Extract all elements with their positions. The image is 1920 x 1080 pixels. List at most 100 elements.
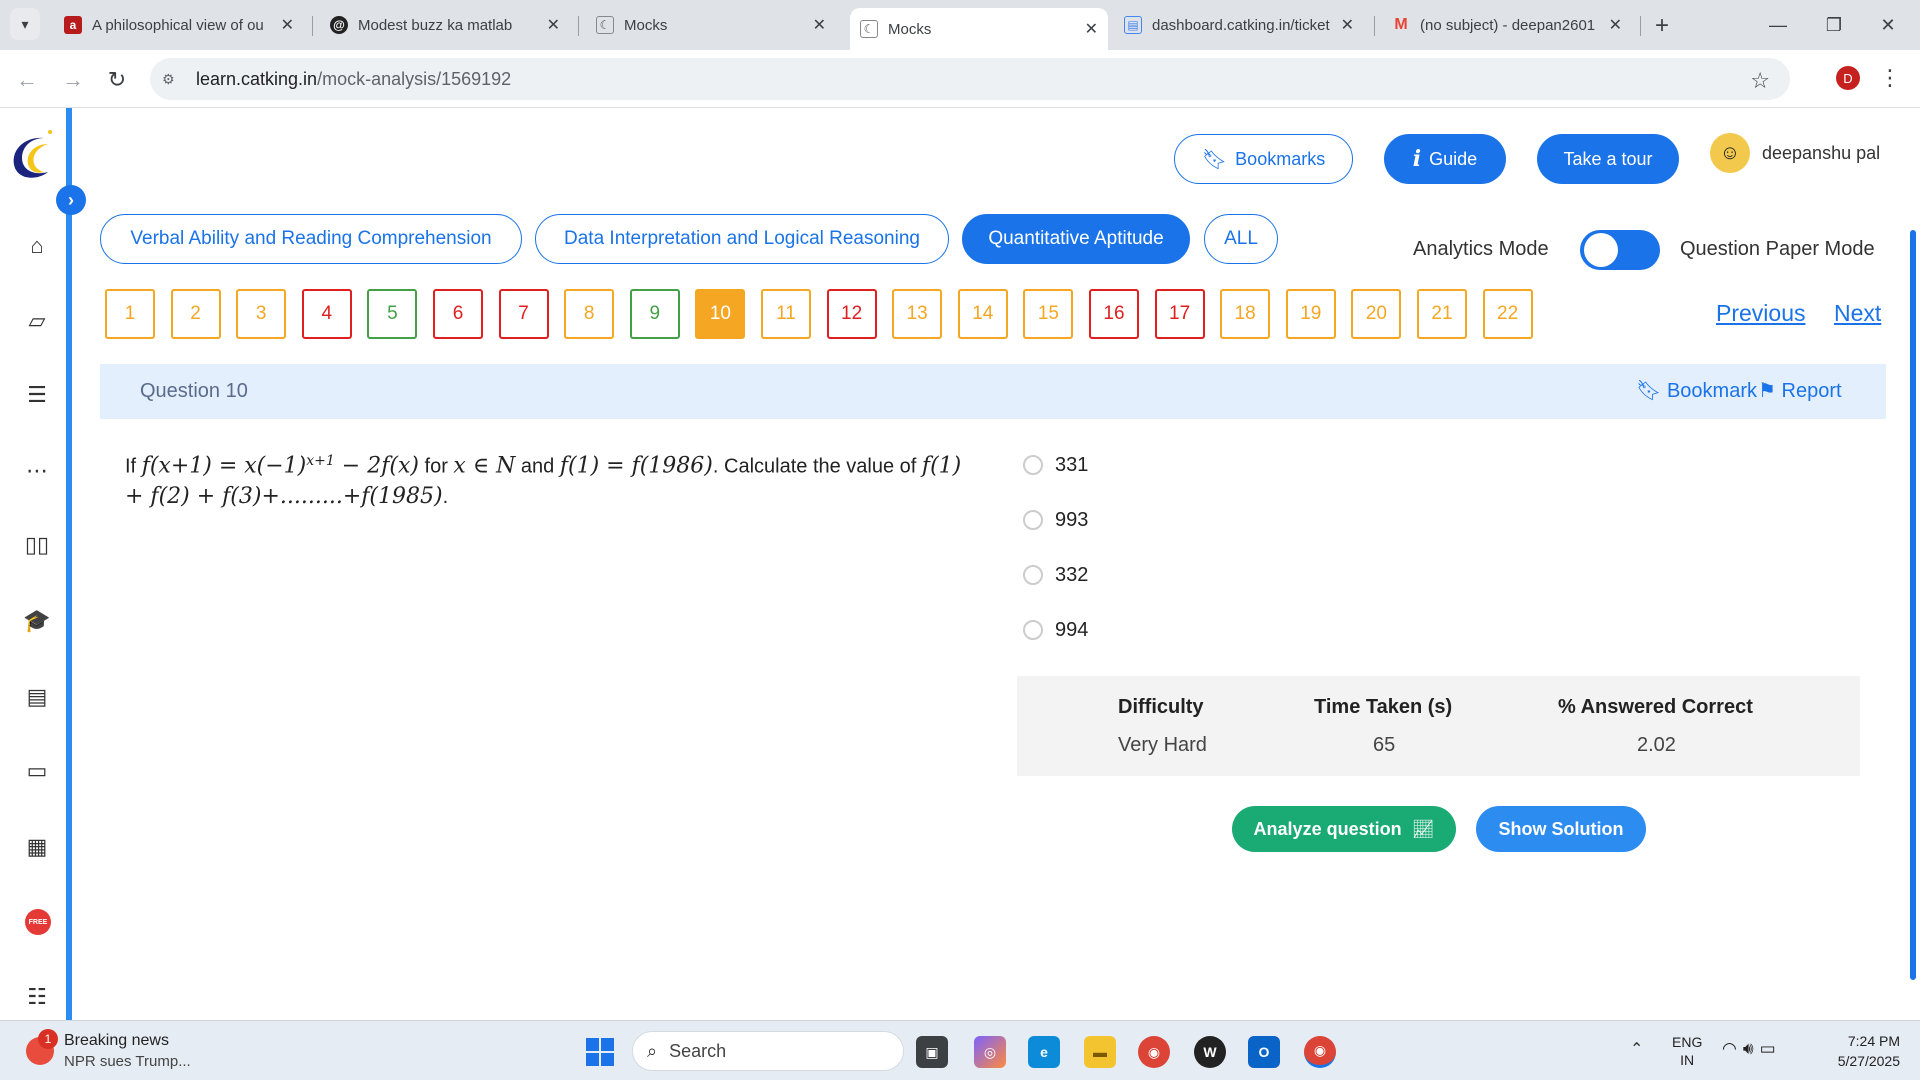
reload-icon[interactable]: ↻ xyxy=(102,65,132,95)
show-hidden-icons[interactable]: ⌃ xyxy=(1630,1039,1643,1059)
chrome-icon[interactable]: ◉ xyxy=(1138,1036,1170,1068)
browser-tab[interactable]: ▤ dashboard.catking.in/ticket ✕ xyxy=(1114,8,1364,42)
system-tray[interactable]: ◠🔊︎▭ xyxy=(1722,1039,1782,1059)
radio-button[interactable] xyxy=(1023,455,1043,475)
minimize-icon[interactable]: — xyxy=(1758,10,1798,40)
books-icon[interactable]: ▱ xyxy=(22,306,52,336)
question-number-button[interactable]: 4 xyxy=(301,289,352,339)
question-number-button[interactable]: 2 xyxy=(170,289,221,339)
question-number-button[interactable]: 8 xyxy=(564,289,615,339)
close-tab-icon[interactable]: ✕ xyxy=(547,15,560,35)
browser-tab[interactable]: M (no subject) - deepan2601 ✕ xyxy=(1382,8,1632,42)
clock[interactable]: 7:24 PM 5/27/2025 xyxy=(1820,1031,1900,1071)
answer-option[interactable]: 994 xyxy=(1023,617,1088,643)
monitor-icon[interactable]: ▭ xyxy=(22,756,52,786)
more-icon[interactable]: ⋯ xyxy=(22,456,52,486)
back-icon[interactable]: ← xyxy=(12,65,42,95)
question-number-button[interactable]: 20 xyxy=(1351,289,1402,339)
question-number-button[interactable]: 11 xyxy=(761,289,811,339)
profile-avatar[interactable]: D xyxy=(1836,66,1860,90)
user-name[interactable]: deepanshu pal xyxy=(1762,143,1880,164)
report-card-icon[interactable]: ▤ xyxy=(22,682,52,712)
close-tab-icon[interactable]: ✕ xyxy=(1341,15,1354,35)
edge-icon[interactable]: e xyxy=(1028,1036,1060,1068)
take-a-tour-button[interactable]: Take a tour xyxy=(1537,134,1679,184)
close-tab-icon[interactable]: ✕ xyxy=(281,15,294,35)
browser-tab[interactable]: a A philosophical view of ou ✕ xyxy=(54,8,304,42)
question-number-button[interactable]: 16 xyxy=(1089,289,1139,339)
bookmarks-button[interactable]: 🔖︎ Bookmarks xyxy=(1174,134,1353,184)
question-number-button[interactable]: 5 xyxy=(367,289,418,339)
question-number-button[interactable]: 3 xyxy=(236,289,287,339)
question-number-button[interactable]: 9 xyxy=(629,289,680,339)
browser-tab[interactable]: @ Modest buzz ka matlab ✕ xyxy=(320,8,570,42)
user-avatar[interactable]: ☺ xyxy=(1710,133,1750,173)
next-link[interactable]: Next xyxy=(1834,300,1881,327)
close-tab-icon[interactable]: ✕ xyxy=(1085,19,1098,39)
volume-icon[interactable]: 🔊︎ xyxy=(1743,1039,1760,1058)
bookmark-star-icon[interactable]: ☆ xyxy=(1750,68,1770,94)
section-tab-varc[interactable]: Verbal Ability and Reading Comprehension xyxy=(100,214,522,264)
wifi-icon[interactable]: ◠ xyxy=(1722,1039,1743,1058)
question-number-button[interactable]: 17 xyxy=(1154,289,1205,339)
graduation-cap-icon[interactable]: 🎓 xyxy=(22,606,52,636)
wordpress-icon[interactable]: W xyxy=(1194,1036,1226,1068)
close-window-icon[interactable]: ✕ xyxy=(1868,10,1908,40)
guide-button[interactable]: i Guide xyxy=(1384,134,1506,184)
taskbar-search[interactable]: ⌕ Search xyxy=(632,1031,904,1071)
url-text[interactable]: learn.catking.in/mock-analysis/1569192 xyxy=(196,69,511,90)
answer-option[interactable]: 332 xyxy=(1023,562,1088,588)
columns-icon[interactable]: ▯▯ xyxy=(22,530,52,560)
battery-icon[interactable]: ▭ xyxy=(1760,1039,1782,1058)
file-explorer-icon[interactable]: ▬ xyxy=(1084,1036,1116,1068)
analyze-question-button[interactable]: Analyze question 📈︎ xyxy=(1232,806,1456,852)
question-number-button[interactable]: 13 xyxy=(892,289,943,339)
tab-search-icon[interactable]: ▾ xyxy=(10,8,40,40)
radio-button[interactable] xyxy=(1023,565,1043,585)
question-number-button[interactable]: 12 xyxy=(826,289,877,339)
question-number-button[interactable]: 10 xyxy=(695,289,746,339)
news-title[interactable]: Breaking news xyxy=(64,1032,169,1050)
question-number-button[interactable]: 18 xyxy=(1220,289,1271,339)
language-indicator[interactable]: ENG IN xyxy=(1672,1033,1702,1069)
answer-option[interactable]: 993 xyxy=(1023,507,1088,533)
browser-tab-active[interactable]: ☾ Mocks ✕ xyxy=(850,8,1108,50)
radio-button[interactable] xyxy=(1023,510,1043,530)
section-tab-qa[interactable]: Quantitative Aptitude xyxy=(962,214,1190,264)
question-number-button[interactable]: 19 xyxy=(1285,289,1336,339)
question-number-button[interactable]: 7 xyxy=(498,289,549,339)
close-tab-icon[interactable]: ✕ xyxy=(1609,15,1622,35)
radio-button[interactable] xyxy=(1023,620,1043,640)
previous-link[interactable]: Previous xyxy=(1716,300,1805,327)
chrome-profile-icon[interactable]: ◉ xyxy=(1304,1036,1336,1068)
new-tab-icon[interactable]: + xyxy=(1648,12,1676,40)
question-number-button[interactable]: 14 xyxy=(957,289,1008,339)
outlook-icon[interactable]: O xyxy=(1248,1036,1280,1068)
list-icon[interactable]: ☰ xyxy=(22,380,52,410)
address-bar[interactable]: ⚙ learn.catking.in/mock-analysis/1569192… xyxy=(150,58,1790,100)
browser-menu-icon[interactable]: ⋮ xyxy=(1879,64,1901,92)
expand-sidebar-button[interactable]: › xyxy=(56,185,86,215)
restore-icon[interactable]: ❐ xyxy=(1814,10,1854,40)
forward-icon[interactable]: → xyxy=(58,65,88,95)
question-number-button[interactable]: 1 xyxy=(105,289,155,339)
browser-tab[interactable]: ☾ Mocks ✕ xyxy=(586,8,836,42)
question-number-button[interactable]: 22 xyxy=(1482,289,1533,339)
report-button[interactable]: ⚑ Report xyxy=(1758,378,1842,403)
task-view-icon[interactable]: ▣ xyxy=(916,1036,948,1068)
question-number-button[interactable]: 6 xyxy=(433,289,483,339)
home-icon[interactable]: ⌂ xyxy=(22,231,52,261)
bookmark-question-button[interactable]: 🔖︎ Bookmark xyxy=(1636,378,1757,403)
courses-icon[interactable]: ☷ xyxy=(22,982,52,1012)
answer-option[interactable]: 331 xyxy=(1023,452,1088,478)
question-number-button[interactable]: 21 xyxy=(1417,289,1467,339)
site-info-icon[interactable]: ⚙ xyxy=(162,71,182,88)
section-tab-all[interactable]: ALL xyxy=(1204,214,1278,264)
free-badge-icon[interactable]: FREE xyxy=(25,909,51,935)
windows-start-icon[interactable] xyxy=(586,1038,614,1066)
close-tab-icon[interactable]: ✕ xyxy=(813,15,826,35)
page-scrollbar[interactable] xyxy=(1910,230,1916,980)
ebook-icon[interactable]: ▦ xyxy=(22,832,52,862)
mode-toggle[interactable] xyxy=(1580,230,1660,270)
copilot-icon[interactable]: ◎ xyxy=(974,1036,1006,1068)
